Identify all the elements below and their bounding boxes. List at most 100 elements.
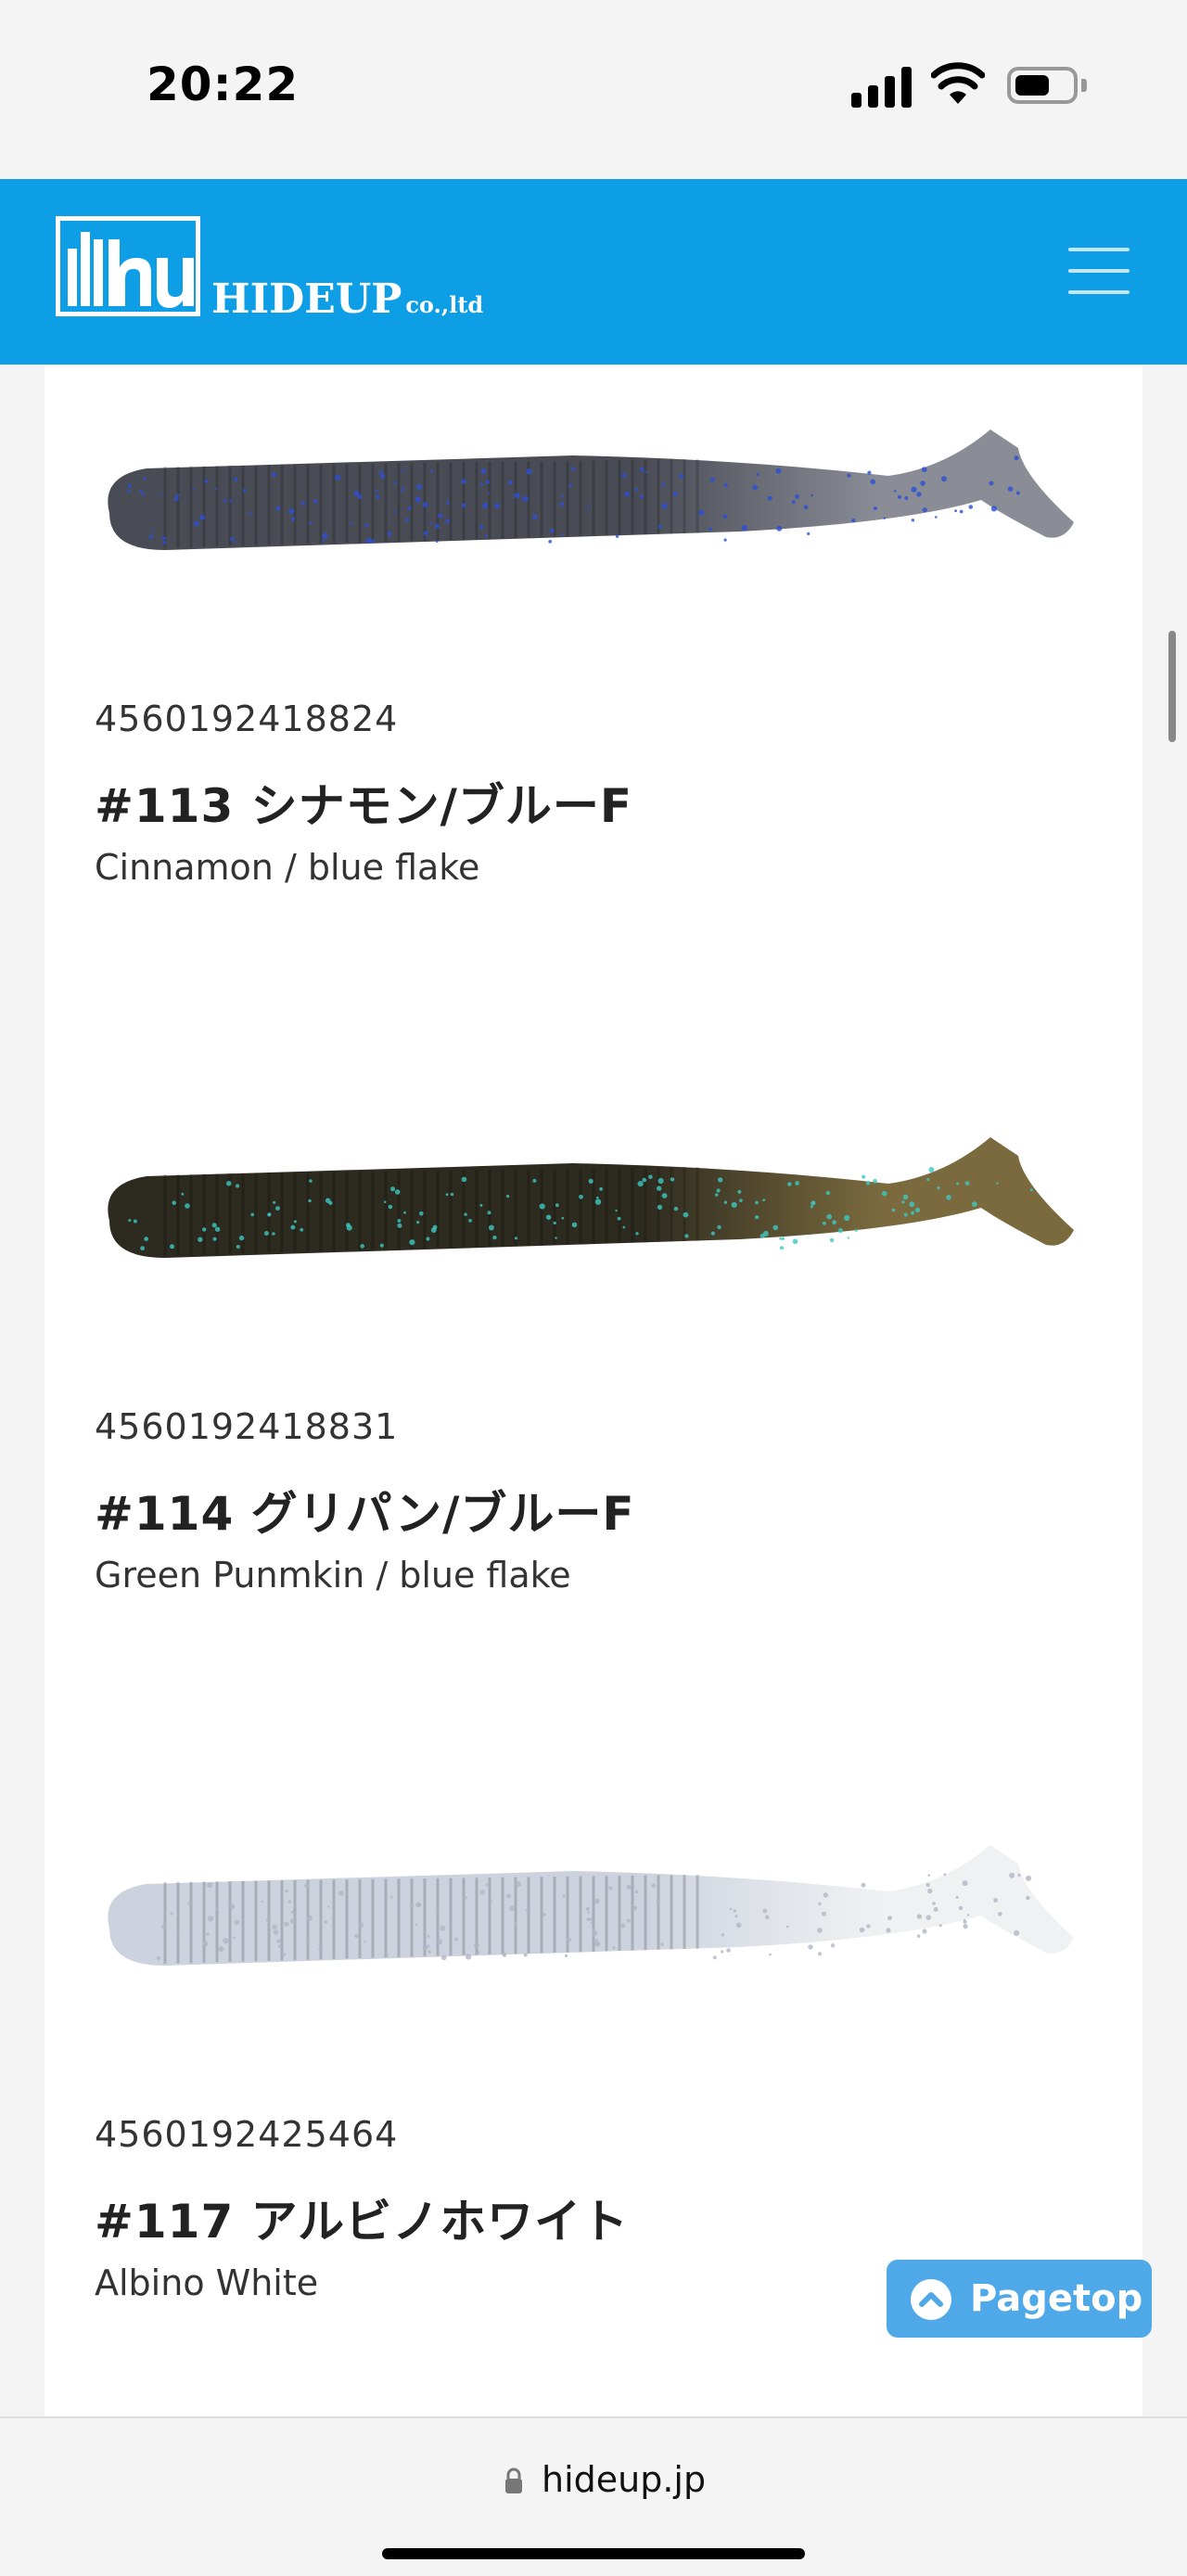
lure-flake bbox=[488, 1224, 494, 1231]
lure-flake bbox=[807, 532, 810, 535]
lure-flake bbox=[779, 1237, 783, 1240]
scrollbar[interactable] bbox=[1168, 631, 1176, 742]
lure-flake bbox=[282, 1953, 286, 1957]
lure-flake bbox=[594, 1898, 600, 1904]
chevron-up-icon bbox=[911, 2279, 951, 2320]
lure-flake bbox=[968, 505, 974, 509]
lure-flake bbox=[756, 472, 759, 477]
product-jan-code: 4560192418831 bbox=[95, 1406, 399, 1447]
lure-flake bbox=[553, 1221, 556, 1225]
lure-flake bbox=[402, 487, 404, 491]
lure-flake bbox=[479, 525, 484, 530]
lure-flake bbox=[235, 540, 237, 544]
lure-flake bbox=[679, 473, 684, 479]
lure-flake bbox=[313, 499, 318, 504]
lure-flake bbox=[321, 539, 325, 543]
lure-flake bbox=[786, 1925, 789, 1929]
lure-flake bbox=[866, 1924, 871, 1929]
lure-flake bbox=[637, 1181, 644, 1187]
lure-flake bbox=[903, 1212, 908, 1217]
lure-flake bbox=[564, 1954, 568, 1957]
brand-name[interactable]: HIDEUP co.,ltd bbox=[211, 276, 483, 323]
lure-flake bbox=[626, 1918, 631, 1923]
lure-flake bbox=[473, 1942, 479, 1949]
status-bar: 20:22 bbox=[0, 0, 1187, 179]
lure-flake bbox=[214, 1226, 221, 1232]
lure-flake bbox=[963, 1919, 967, 1924]
lure-flake bbox=[215, 1907, 219, 1911]
lure-flake bbox=[289, 1918, 296, 1924]
lure-flake bbox=[594, 1941, 601, 1947]
lure-flake bbox=[956, 1182, 960, 1185]
lure-flake bbox=[772, 1224, 779, 1231]
lure-flake bbox=[192, 487, 195, 491]
lure-flake bbox=[775, 468, 782, 474]
lure-flake bbox=[440, 1954, 447, 1961]
lure-flake bbox=[935, 516, 938, 519]
lure-flake bbox=[832, 1220, 836, 1225]
lure-flake bbox=[324, 1920, 328, 1924]
lure-flake bbox=[484, 534, 488, 537]
url-text[interactable]: hideup.jp bbox=[542, 2459, 706, 2500]
lure-flake bbox=[229, 1903, 236, 1910]
pagetop-button[interactable]: Pagetop bbox=[887, 2260, 1152, 2338]
lure-flake bbox=[437, 1911, 440, 1914]
hamburger-menu-icon[interactable] bbox=[1068, 246, 1130, 296]
lure-flake bbox=[450, 1192, 454, 1197]
lure-flake bbox=[1017, 1873, 1021, 1878]
lure-flake bbox=[309, 520, 313, 525]
lure-flake bbox=[916, 1914, 923, 1919]
lure-flake bbox=[914, 1207, 921, 1213]
lure-flake bbox=[993, 1898, 998, 1903]
lure-flake bbox=[661, 482, 666, 487]
lure-flake bbox=[844, 1214, 850, 1222]
lure-flake bbox=[304, 1883, 310, 1889]
lure-flake bbox=[712, 1955, 717, 1960]
product-jan-code: 4560192425464 bbox=[95, 2114, 399, 2155]
lure-body bbox=[108, 1845, 1074, 1966]
lure-flake bbox=[293, 1220, 297, 1224]
lure-flake bbox=[335, 474, 341, 481]
lure-flake bbox=[847, 473, 851, 478]
logo-mark[interactable] bbox=[56, 216, 200, 316]
lure-flake bbox=[394, 510, 398, 513]
lure-flake bbox=[523, 1953, 528, 1957]
lure-flake bbox=[379, 1243, 384, 1248]
lure-flake bbox=[364, 523, 369, 528]
lure-flake bbox=[964, 1181, 970, 1185]
lure-flake bbox=[139, 489, 143, 493]
lure-flake bbox=[273, 1929, 279, 1935]
lure-flake bbox=[445, 1193, 449, 1197]
lure-flake bbox=[634, 1890, 639, 1894]
lure-flake bbox=[263, 1231, 269, 1236]
lure-flake bbox=[407, 506, 412, 510]
lure-flake bbox=[710, 1231, 716, 1236]
lure-flake bbox=[440, 1925, 446, 1931]
lure-flake bbox=[375, 490, 378, 493]
lure-flake bbox=[926, 1177, 930, 1182]
lure-flake bbox=[642, 1177, 647, 1183]
lure-flake bbox=[847, 1237, 850, 1239]
lure-flake bbox=[250, 1212, 254, 1217]
lure-flake bbox=[261, 1900, 263, 1903]
lure-flake bbox=[822, 1911, 826, 1916]
lure-flake bbox=[461, 503, 466, 508]
lure-flake bbox=[555, 1237, 557, 1239]
home-indicator[interactable] bbox=[382, 2548, 805, 2559]
lure-flake bbox=[508, 480, 513, 485]
lure-flake bbox=[248, 512, 251, 516]
lure-flake bbox=[639, 494, 644, 499]
lure-flake bbox=[971, 1201, 977, 1207]
pagetop-label: Pagetop bbox=[970, 2277, 1143, 2320]
lure-flake bbox=[234, 1919, 240, 1926]
lure-flake bbox=[585, 1906, 590, 1911]
lure-flake bbox=[385, 1954, 389, 1957]
lure-flake bbox=[920, 481, 925, 486]
lure-flake bbox=[617, 1216, 621, 1221]
lure-flake bbox=[990, 506, 997, 512]
lure-flake bbox=[621, 473, 627, 478]
lure-flake bbox=[886, 1928, 891, 1933]
lure-flake bbox=[206, 1932, 210, 1936]
lure-flake bbox=[161, 536, 166, 541]
lure-flake bbox=[465, 1954, 472, 1960]
